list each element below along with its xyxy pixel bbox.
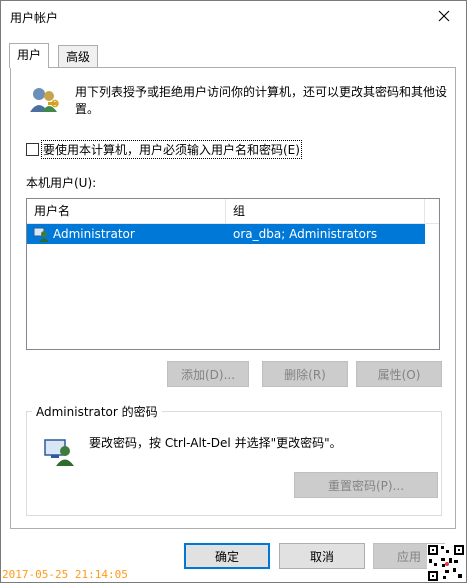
password-instructions: 要改密码，按 Ctrl-Alt-Del 并选择"更改密码"。 xyxy=(89,436,342,450)
user-accounts-dialog: 用户帐户 用户 高级 用下列表授予或拒绝用户访问你的计算机，还可以更改其密码和其… xyxy=(0,0,467,583)
password-group-legend: Administrator 的密码 xyxy=(32,403,162,420)
title-bar: 用户帐户 xyxy=(1,1,466,31)
tab-users-label: 用户 xyxy=(17,48,42,62)
user-icon xyxy=(33,227,49,242)
close-button[interactable] xyxy=(422,1,466,31)
users-keys-icon xyxy=(30,88,59,112)
users-tab-panel: 用下列表授予或拒绝用户访问你的计算机，还可以更改其密码和其他设置。 要使用本计算… xyxy=(10,67,456,529)
ok-button[interactable]: 确定 xyxy=(184,543,270,569)
table-row[interactable]: Administrator ora_dba; Administrators xyxy=(27,224,425,244)
list-header: 用户名 组 xyxy=(27,199,439,224)
intro-description: 用下列表授予或拒绝用户访问你的计算机，还可以更改其密码和其他设置。 xyxy=(75,85,448,116)
require-password-row[interactable]: 要使用本计算机，用户必须输入用户名和密码(E) xyxy=(26,140,302,159)
column-header-username[interactable]: 用户名 xyxy=(27,199,226,223)
users-list[interactable]: 用户名 组 Administrator ora_dba; Administrat… xyxy=(26,198,440,350)
remove-user-button[interactable]: 删除(R) xyxy=(262,361,348,387)
tab-users[interactable]: 用户 xyxy=(9,43,50,68)
require-password-checkbox[interactable] xyxy=(26,143,39,156)
cancel-button[interactable]: 取消 xyxy=(279,543,365,569)
window-title: 用户帐户 xyxy=(10,11,59,25)
timestamp-overlay: 2017-05-25 21:14:05 xyxy=(2,568,128,581)
require-password-label[interactable]: 要使用本计算机，用户必须输入用户名和密码(E) xyxy=(41,140,302,159)
qr-code-watermark xyxy=(427,544,465,582)
reset-password-button[interactable]: 重置密码(P)... xyxy=(294,472,438,498)
column-header-group[interactable]: 组 xyxy=(226,199,425,223)
tab-advanced[interactable]: 高级 xyxy=(58,45,99,68)
password-group: Administrator 的密码 要改密码，按 Ctrl-Alt-Del 并选… xyxy=(26,403,442,516)
cell-username: Administrator xyxy=(53,227,135,241)
local-users-label: 本机用户(U): xyxy=(26,176,97,190)
cell-group: ora_dba; Administrators xyxy=(233,227,378,241)
add-user-button[interactable]: 添加(D)... xyxy=(167,361,249,387)
tab-advanced-label: 高级 xyxy=(66,50,91,64)
user-password-icon xyxy=(44,439,74,466)
close-icon xyxy=(438,10,450,22)
properties-button[interactable]: 属性(O) xyxy=(356,361,442,387)
